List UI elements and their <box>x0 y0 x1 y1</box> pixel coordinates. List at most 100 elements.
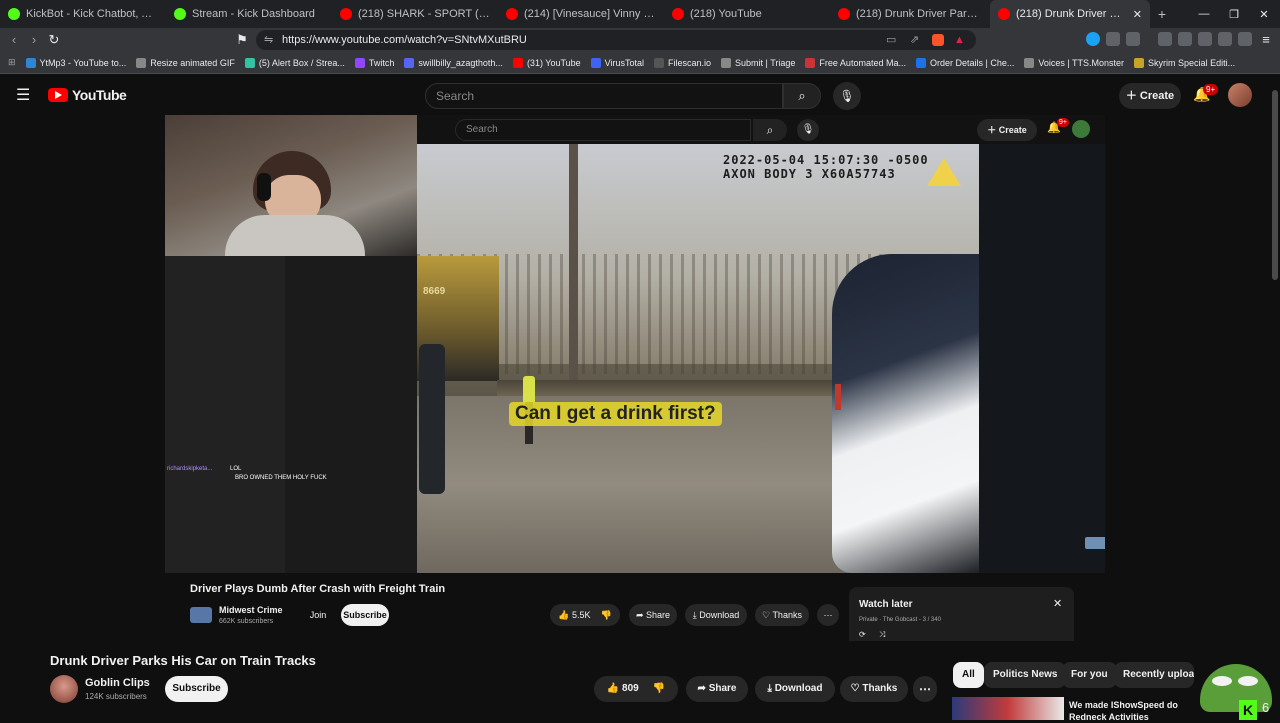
more-actions-icon[interactable]: ⋯ <box>913 676 937 702</box>
leo-icon[interactable] <box>1218 32 1232 46</box>
embedded-thanks-button: ♡ Thanks <box>755 604 809 626</box>
share-button[interactable]: ➦ Share <box>686 676 748 702</box>
new-tab-button[interactable]: + <box>1150 6 1174 22</box>
search-input[interactable]: Search <box>425 83 783 109</box>
browser-tab-strip: KickBot - Kick Chatbot, Alerts, TTS, O S… <box>0 0 1280 28</box>
browser-tab-active[interactable]: (218) Drunk Driver Parks His C ✕ <box>990 0 1150 28</box>
browser-tab[interactable]: KickBot - Kick Chatbot, Alerts, TTS, O <box>0 0 166 28</box>
share-icon: ➦ <box>635 610 646 620</box>
browser-tab[interactable]: (218) YouTube <box>664 0 830 28</box>
bookmark-item[interactable]: Twitch <box>354 57 394 68</box>
youtube-logo[interactable]: YouTube <box>48 87 127 103</box>
browser-tab[interactable]: (218) SHARK - SPORT (Official Video) <box>332 0 498 28</box>
embedded-create-label: Create <box>998 125 1027 135</box>
download-button[interactable]: ⤓ Download <box>755 676 835 702</box>
search-icon: ⌕ <box>798 88 806 103</box>
browser-tab[interactable]: (214) [Vinesauce] Vinny - Shitty Luigi <box>498 0 664 28</box>
video-player[interactable]: Search ⌕ 🎙 ＋ Create 🔔 9+ 8669 2022-05-04… <box>165 115 1105 573</box>
bookmark-favicon-icon <box>244 57 255 68</box>
brave-shield-icon[interactable] <box>932 34 944 46</box>
bookmark-item[interactable]: Free Automated Ma... <box>805 57 906 68</box>
page-scrollbar[interactable] <box>1272 90 1278 280</box>
bookmark-item[interactable]: (5) Alert Box / Strea... <box>244 57 345 68</box>
back-icon[interactable]: ‹ <box>6 32 22 48</box>
extension-icon[interactable] <box>1086 32 1100 46</box>
bookmark-item[interactable]: VirusTotal <box>590 57 644 68</box>
bookmark-favicon-icon <box>25 57 36 68</box>
sidebar-icon[interactable] <box>1178 32 1192 46</box>
extensions-puzzle-icon[interactable] <box>1106 32 1120 46</box>
chip-politics-news[interactable]: Politics News <box>984 662 1067 688</box>
like-dislike-group[interactable]: 👍 809 👎 <box>594 676 678 702</box>
bookmark-label: Free Automated Ma... <box>819 57 906 68</box>
chip-for-you[interactable]: For you <box>1062 662 1117 688</box>
channel-name[interactable]: Goblin Clips <box>85 677 150 689</box>
bodycam-footage: 8669 2022-05-04 15:07:30 -0500 AXON BODY… <box>417 144 979 573</box>
thumbs-down-icon[interactable]: 👎 <box>653 683 665 694</box>
menu-icon[interactable]: ≡ <box>1258 32 1274 48</box>
bookmark-favicon-icon <box>915 57 926 68</box>
url-text: https://www.youtube.com/watch?v=SNtvMXut… <box>282 34 527 46</box>
cast-icon[interactable]: ▭ <box>886 30 896 50</box>
embedded-youtube-header: Search ⌕ 🎙 ＋ Create 🔔 9+ <box>417 115 1105 144</box>
tab-title: (218) YouTube <box>690 8 762 20</box>
embedded-subscribe-button: Subscribe <box>341 604 389 626</box>
minimize-icon[interactable]: — <box>1187 0 1221 28</box>
share-page-icon[interactable]: ⇗ <box>910 30 919 50</box>
bookmark-item[interactable]: Skyrim Special Editi... <box>1134 57 1235 68</box>
bookmark-item[interactable]: YtMp3 - YouTube to... <box>25 57 126 68</box>
embedded-share-label: Share <box>646 610 671 620</box>
chip-all[interactable]: All <box>953 662 984 688</box>
embedded-video-title: Driver Plays Dumb After Crash with Freig… <box>190 583 446 595</box>
watch-later-title: Watch later <box>859 599 913 610</box>
account-avatar[interactable] <box>1228 83 1252 107</box>
bookmark-item[interactable]: Resize animated GIF <box>136 57 235 68</box>
embedded-thanks-label: Thanks <box>772 610 802 620</box>
embedded-microphone-icon: 🎙 <box>797 119 819 141</box>
chat-overlay: richardskipketa... LOL BRO OWNED THEM HO… <box>167 465 327 483</box>
apps-icon[interactable]: ⊞ <box>8 57 16 68</box>
url-field[interactable]: ⇋ https://www.youtube.com/watch?v=SNtvMX… <box>256 30 976 50</box>
embedded-channel-name: Midwest Crime <box>219 605 283 615</box>
vpn-icon[interactable] <box>1238 32 1252 46</box>
pepe-eye-icon <box>1238 676 1258 686</box>
thumbs-up-icon[interactable]: 👍 <box>607 683 622 694</box>
recommendation-title[interactable]: We made IShowSpeed do Redneck Activities <box>1069 699 1178 723</box>
media-icon[interactable] <box>1158 32 1172 46</box>
channel-avatar[interactable] <box>50 675 78 703</box>
subscribe-button[interactable]: Subscribe <box>165 676 228 702</box>
bookmark-item[interactable]: swillbilly_azagthoth... <box>404 57 503 68</box>
recommendation-thumbnail[interactable] <box>952 697 1064 720</box>
download-icon: ⤓ <box>767 683 775 694</box>
bookmark-item[interactable]: Voices | TTS.Monster <box>1024 57 1124 68</box>
chip-recently-uploaded[interactable]: Recently uploa <box>1114 662 1194 688</box>
extension-icon[interactable] <box>1126 32 1140 46</box>
bookmark-label: (31) YouTube <box>526 57 581 68</box>
forward-icon[interactable]: › <box>26 32 42 48</box>
bookmark-item[interactable]: Filescan.io <box>654 57 711 68</box>
bookmark-item[interactable]: (31) YouTube <box>512 57 581 68</box>
reload-icon[interactable]: ↻ <box>46 32 62 48</box>
bookmark-item[interactable]: Order Details | Che... <box>915 57 1014 68</box>
bookmark-icon[interactable]: ⚑ <box>234 32 250 48</box>
create-button[interactable]: ＋ Create <box>1119 83 1181 109</box>
search-button[interactable]: ⌕ <box>783 83 821 109</box>
rewards-icon[interactable]: ▲ <box>954 30 965 50</box>
train-number: 8669 <box>423 286 446 297</box>
bookmark-item[interactable]: Submit | Triage <box>721 57 795 68</box>
embedded-create-button: ＋ Create <box>977 119 1037 141</box>
tab-title: (218) Drunk Driver Parks His C <box>1016 8 1127 20</box>
wallet-icon[interactable] <box>1198 32 1212 46</box>
embedded-channel-avatar <box>190 607 212 623</box>
browser-tab[interactable]: Stream - Kick Dashboard <box>166 0 332 28</box>
close-window-icon[interactable]: ✕ <box>1247 0 1280 28</box>
voice-search-button[interactable]: 🎙 <box>833 82 861 110</box>
thanks-button[interactable]: ♡ Thanks <box>840 676 908 702</box>
browser-tab[interactable]: (218) Drunk Driver Parks His C <box>830 0 990 28</box>
create-label: Create <box>1139 90 1175 102</box>
tab-title: (214) [Vinesauce] Vinny - Shitty Luigi <box>524 8 656 20</box>
site-info-icon[interactable]: ⇋ <box>264 30 273 50</box>
restore-icon[interactable]: ❐ <box>1217 0 1251 28</box>
close-tab-icon[interactable]: ✕ <box>1133 8 1142 21</box>
hamburger-menu-icon[interactable]: ☰ <box>16 85 30 105</box>
